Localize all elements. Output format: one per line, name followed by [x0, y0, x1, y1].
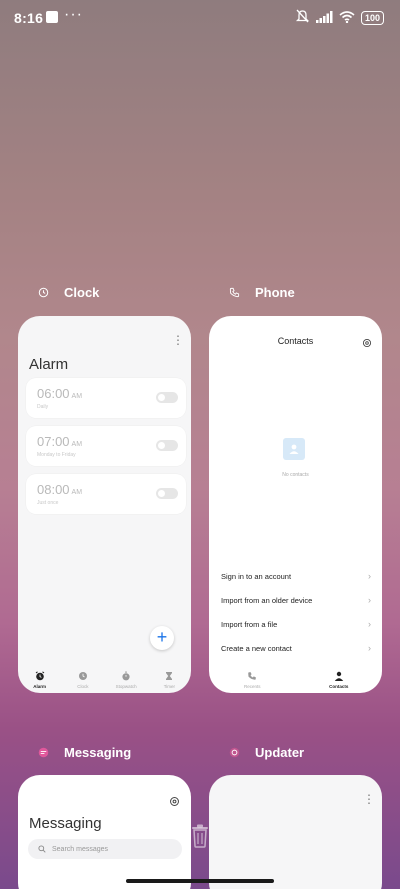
- updater-app-icon: [227, 746, 241, 760]
- app-name-messaging: Messaging: [64, 745, 132, 760]
- signal-icon: [315, 10, 333, 26]
- nav-label: Clock: [77, 684, 89, 689]
- app-header-phone[interactable]: Phone: [227, 285, 295, 300]
- nav-label: Timer: [163, 684, 176, 689]
- contacts-page-title: Contacts: [277, 336, 314, 346]
- search-icon: [38, 845, 46, 853]
- alarm-ampm: AM: [71, 393, 83, 400]
- app-header-updater[interactable]: Updater: [227, 745, 304, 760]
- more-options-icon[interactable]: ⋮: [172, 333, 184, 347]
- contact-placeholder-icon: [283, 438, 305, 460]
- app-name-phone: Phone: [255, 285, 295, 300]
- nav-tab-stopwatch[interactable]: Stopwatch: [106, 670, 146, 689]
- alarm-toggle[interactable]: [156, 440, 178, 451]
- clock-app-icon: [36, 286, 50, 300]
- alarm-repeat: Monday to Friday: [37, 452, 76, 458]
- alarm-page-title: Alarm: [29, 356, 69, 373]
- search-messages-input[interactable]: Search messages: [28, 839, 182, 859]
- action-label: Import from an older device: [221, 596, 313, 605]
- nav-tab-recents[interactable]: Recents: [232, 670, 272, 689]
- search-placeholder: Search messages: [52, 845, 109, 853]
- updater-app-card[interactable]: ⋮: [209, 775, 382, 889]
- action-label: Create a new contact: [221, 644, 292, 653]
- alarm-toggle[interactable]: [156, 488, 178, 499]
- more-notifications-icon: ···: [64, 6, 83, 23]
- timer-icon: [164, 670, 174, 682]
- alarm-repeat: Daily: [37, 404, 49, 410]
- nav-tab-clock[interactable]: Clock: [63, 670, 103, 689]
- phone-app-card[interactable]: Contacts No contacts Sign in to an accou…: [209, 316, 382, 693]
- more-options-icon[interactable]: ⋮: [363, 792, 375, 806]
- import-older-device-button[interactable]: Import from an older device ›: [221, 595, 371, 605]
- chevron-right-icon: ›: [368, 595, 371, 605]
- phone-icon: [247, 670, 257, 682]
- battery-indicator: 100: [360, 10, 384, 25]
- alarm-item[interactable]: 08:00 AM Just once: [26, 474, 186, 514]
- import-file-button[interactable]: Import from a file ›: [221, 619, 371, 629]
- nav-tab-alarm[interactable]: Alarm: [20, 670, 60, 689]
- clear-all-button[interactable]: [190, 824, 210, 853]
- notification-icon: [46, 11, 58, 23]
- nav-tab-timer[interactable]: Timer: [149, 670, 189, 689]
- mute-icon: [295, 9, 310, 26]
- alarm-ampm: AM: [71, 489, 83, 496]
- nav-label: Recents: [243, 684, 261, 689]
- phone-bottom-nav: Recents Contacts: [209, 670, 382, 689]
- add-alarm-button[interactable]: +: [150, 626, 174, 650]
- app-header-messaging[interactable]: Messaging: [36, 745, 131, 760]
- alarm-item[interactable]: 07:00 AM Monday to Friday: [26, 426, 186, 466]
- alarm-time: 06:00: [37, 386, 70, 401]
- messaging-app-card[interactable]: Messaging Search messages: [18, 775, 191, 889]
- alarm-time: 07:00: [37, 434, 70, 449]
- messaging-page-title: Messaging: [29, 815, 102, 832]
- chevron-right-icon: ›: [368, 571, 371, 581]
- empty-state-label: No contacts: [282, 472, 309, 478]
- app-header-clock[interactable]: Clock: [36, 285, 99, 300]
- wifi-icon: [339, 10, 355, 26]
- clock-bottom-nav: Alarm Clock Stopwatch Timer: [18, 670, 191, 689]
- action-label: Sign in to an account: [221, 572, 292, 581]
- clock-icon: [78, 670, 88, 682]
- nav-label: Stopwatch: [115, 684, 137, 689]
- settings-icon[interactable]: [362, 335, 372, 353]
- alarm-repeat: Just once: [37, 500, 59, 506]
- nav-label: Contacts: [329, 684, 349, 689]
- chevron-right-icon: ›: [368, 619, 371, 629]
- stopwatch-icon: [121, 670, 131, 682]
- phone-app-icon: [227, 286, 241, 300]
- alarm-toggle[interactable]: [156, 392, 178, 403]
- person-icon: [334, 670, 344, 682]
- status-bar: 8:16 ··· 100: [0, 0, 400, 36]
- sign-in-account-button[interactable]: Sign in to an account ›: [221, 571, 371, 581]
- messaging-app-icon: [36, 746, 50, 760]
- clock-app-card[interactable]: ⋮ Alarm 06:00 AM Daily 07:00 AM Monday to …: [18, 316, 191, 693]
- alarm-ampm: AM: [71, 441, 83, 448]
- chevron-right-icon: ›: [368, 643, 371, 653]
- app-name-clock: Clock: [64, 285, 100, 300]
- settings-icon[interactable]: [169, 794, 180, 812]
- action-label: Import from a file: [221, 620, 278, 629]
- nav-tab-contacts[interactable]: Contacts: [319, 670, 359, 689]
- status-time: 8:16: [14, 10, 44, 26]
- alarm-time: 08:00: [37, 482, 70, 497]
- alarm-item[interactable]: 06:00 AM Daily: [26, 378, 186, 418]
- nav-label: Alarm: [33, 684, 46, 689]
- app-name-updater: Updater: [255, 745, 305, 760]
- home-indicator[interactable]: [126, 879, 274, 883]
- alarm-icon: [35, 670, 45, 682]
- create-contact-button[interactable]: Create a new contact ›: [221, 643, 371, 653]
